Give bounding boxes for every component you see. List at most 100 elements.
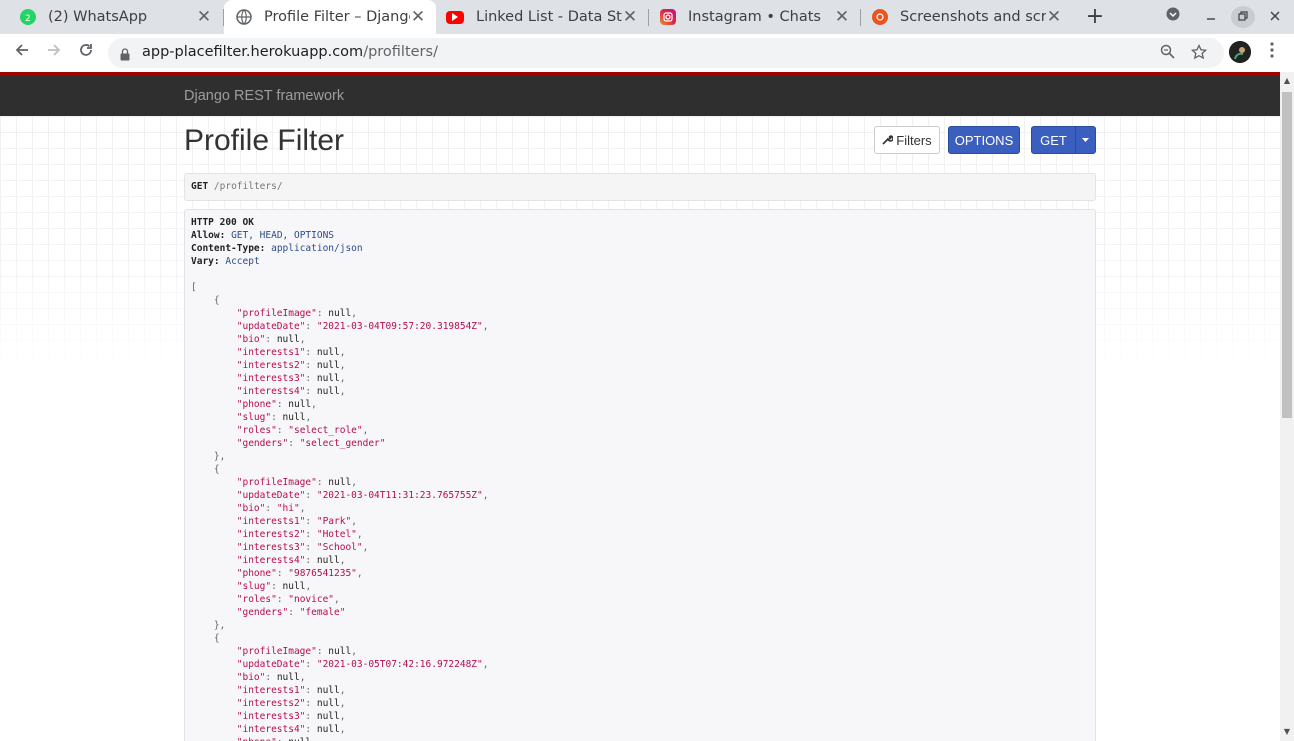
content-type-header: Content-Type: application/json: [191, 243, 363, 254]
tab-title: (2) WhatsApp: [48, 9, 148, 25]
tab-title: Linked List - Data Structure: [476, 9, 622, 25]
tab-title: Instagram • Chats: [688, 9, 821, 25]
lock-icon[interactable]: [120, 46, 130, 61]
allow-header: Allow: GET, HEAD, OPTIONS: [191, 230, 335, 241]
json-field: "interests2": null,: [236, 698, 346, 709]
instagram-icon: [660, 9, 676, 25]
json-field: "interests1": null,: [236, 685, 346, 696]
json-field: "bio": null,: [236, 672, 306, 683]
options-button[interactable]: OPTIONS: [948, 126, 1020, 154]
url-host: app-placefilter.herokuapp.com: [142, 44, 364, 60]
vary-header: Vary: Accept: [191, 256, 260, 267]
browser-toolbar: app-placefilter.herokuapp.com/profilters…: [0, 34, 1294, 72]
page-scrollbar[interactable]: ▲ ▼: [1280, 72, 1294, 741]
zoom-icon[interactable]: [1158, 44, 1176, 62]
json-field: "interests1": null,: [236, 347, 346, 358]
json-field: "interests4": null,: [236, 724, 346, 735]
close-icon[interactable]: ✕: [1046, 7, 1062, 27]
forward-arrow-icon[interactable]: [42, 41, 66, 65]
wrench-icon: [882, 133, 895, 148]
json-object-close: },: [213, 451, 226, 462]
json-field: "interests2": null,: [236, 360, 346, 371]
tab-title: Profile Filter – Django REST framework: [264, 9, 410, 25]
json-object-open: {: [213, 464, 220, 475]
bookmark-star-icon[interactable]: [1190, 43, 1208, 62]
json-object-open: {: [213, 633, 220, 644]
json-field: "bio": null,: [236, 334, 306, 345]
caret-down-icon: [1082, 135, 1089, 145]
json-field: "updateDate": "2021-03-05T07:42:16.97224…: [236, 659, 489, 670]
response-info: HTTP 200 OK Allow: GET, HEAD, OPTIONS Co…: [184, 209, 1096, 741]
tab-strip: 2 (2) WhatsApp ✕ Profile Filter – Django…: [0, 0, 1294, 34]
json-object-open: {: [213, 295, 220, 306]
new-tab-button[interactable]: +: [1083, 6, 1107, 28]
reload-icon[interactable]: [74, 41, 98, 65]
json-field: "genders": "female": [236, 607, 346, 618]
json-field: "phone": null,: [236, 399, 317, 410]
json-field: "roles": "select_role",: [236, 425, 369, 436]
json-field: "profileImage": null,: [236, 646, 357, 657]
json-field: "profileImage": null,: [236, 308, 357, 319]
browser-menu-icon[interactable]: [1262, 42, 1282, 64]
json-field: "interests3": null,: [236, 711, 346, 722]
json-field: "bio": "hi",: [236, 503, 306, 514]
filters-button[interactable]: Filters: [874, 126, 940, 154]
json-field: "profileImage": null,: [236, 477, 357, 488]
scroll-up-arrow-icon[interactable]: ▲: [1280, 74, 1294, 88]
json-field: "interests4": null,: [236, 555, 346, 566]
globe-icon: [236, 9, 252, 25]
request-path: /profilters/: [213, 181, 283, 192]
page-title: Profile Filter: [184, 124, 345, 157]
close-icon[interactable]: ✕: [622, 7, 638, 27]
json-field: "interests3": null,: [236, 373, 346, 384]
json-field: "phone": "9876541235",: [236, 568, 363, 579]
tab-title: Screenshots and screencasts: [900, 9, 1046, 25]
whatsapp-icon: 2: [20, 9, 36, 25]
navbar-brand[interactable]: Django REST framework: [184, 88, 344, 104]
drf-navbar: Django REST framework: [0, 76, 1280, 116]
filters-label: Filters: [896, 132, 932, 148]
tab-screenshots[interactable]: Screenshots and screencasts ✕: [860, 0, 1072, 34]
close-icon[interactable]: ✕: [834, 7, 850, 27]
close-icon[interactable]: ✕: [410, 7, 426, 27]
json-field: "interests4": null,: [236, 386, 346, 397]
get-button[interactable]: GET: [1031, 126, 1076, 154]
tab-whatsapp[interactable]: 2 (2) WhatsApp ✕: [8, 0, 222, 34]
address-bar[interactable]: app-placefilter.herokuapp.com/profilters…: [108, 38, 1224, 68]
tab-search-icon[interactable]: [1161, 6, 1185, 28]
json-field: "updateDate": "2021-03-04T11:31:23.76575…: [236, 490, 489, 501]
page-viewport: Django REST framework Profile Filter Fil…: [0, 72, 1280, 741]
request-method: GET: [191, 181, 209, 192]
json-field: "interests1": "Park",: [236, 516, 357, 527]
json-object-close: },: [213, 620, 226, 631]
url-path: /profilters/: [363, 44, 438, 60]
json-field: "roles": "novice",: [236, 594, 340, 605]
close-icon[interactable]: ✕: [196, 7, 212, 27]
profile-avatar[interactable]: [1229, 41, 1251, 63]
tab-instagram[interactable]: Instagram • Chats ✕: [648, 0, 860, 34]
status-line: HTTP 200 OK: [191, 217, 254, 228]
json-field: "updateDate": "2021-03-04T09:57:20.31985…: [236, 321, 489, 332]
ubuntu-icon: [872, 9, 888, 25]
url-text[interactable]: app-placefilter.herokuapp.com/profilters…: [142, 44, 438, 60]
minimize-icon[interactable]: [1199, 6, 1223, 28]
request-info: GET /profilters/: [184, 173, 1096, 201]
tab-youtube[interactable]: Linked List - Data Structure ✕: [436, 0, 648, 34]
json-field: "genders": "select_gender": [236, 438, 386, 449]
scroll-thumb[interactable]: [1282, 92, 1292, 418]
svg-text:2: 2: [25, 14, 31, 22]
json-field: "interests2": "Hotel",: [236, 529, 363, 540]
get-format-dropdown[interactable]: [1075, 126, 1096, 154]
json-field: "slug": null,: [236, 581, 312, 592]
json-field: "slug": null,: [236, 412, 312, 423]
json-field: "phone": null,: [191, 736, 1089, 741]
json-body: [ { "profileImage": null, "updateDate": …: [191, 281, 1089, 741]
close-window-icon[interactable]: [1263, 6, 1287, 28]
back-arrow-icon[interactable]: [10, 41, 34, 65]
json-open-bracket: [: [191, 282, 197, 293]
youtube-icon: [446, 10, 464, 24]
scroll-down-arrow-icon[interactable]: ▼: [1280, 725, 1294, 739]
restore-icon[interactable]: [1231, 6, 1255, 28]
tab-profile-filter[interactable]: Profile Filter – Django REST framework ✕: [224, 0, 436, 34]
json-field: "interests3": "School",: [236, 542, 369, 553]
